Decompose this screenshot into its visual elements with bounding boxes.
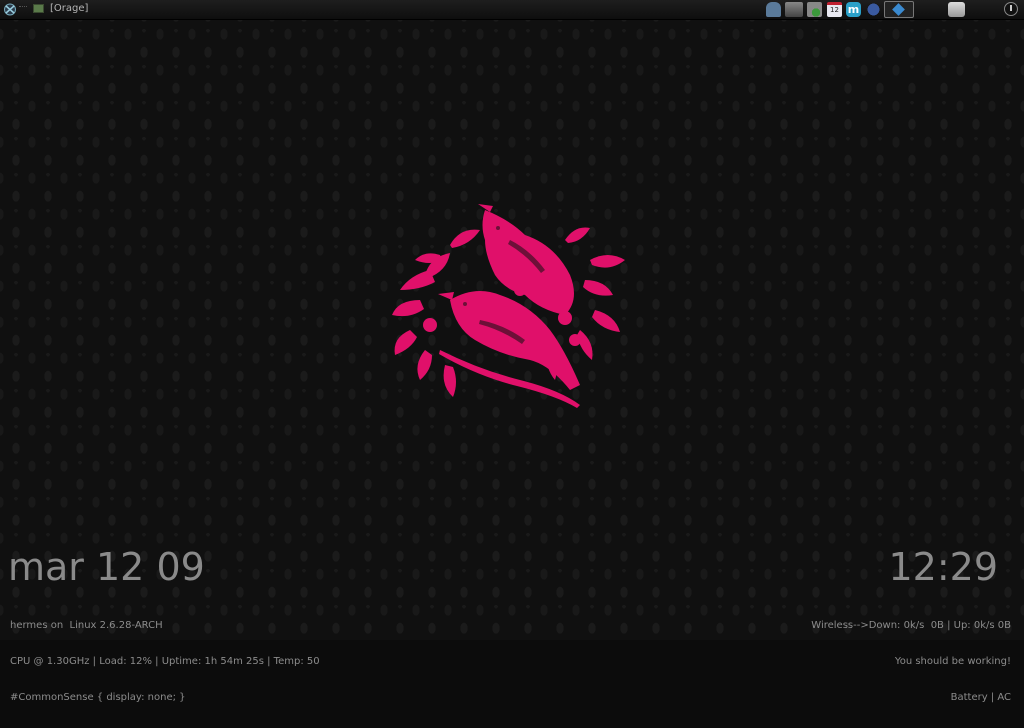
conky-date: mar 12 09 [8,545,205,589]
desktop-wallpaper: [Orage] 12 m mar 12 09 12:29 hermes on L… [0,0,1024,703]
top-panel: [Orage] 12 m [0,0,1024,20]
blue-dot-icon[interactable] [866,2,881,17]
power-icon[interactable] [1004,2,1018,16]
conky-cpu-line: CPU @ 1.30GHz | Load: 12% | Uptime: 1h 5… [10,656,320,667]
conky-message-line: You should be working! [894,656,1011,667]
battery-icon[interactable] [948,2,965,17]
network-icon[interactable] [785,2,803,17]
update-icon[interactable] [807,2,822,17]
conky-clock: 12:29 [888,545,998,589]
window-icon [33,4,44,13]
calendar-day: 12 [830,6,839,14]
user-icon[interactable] [766,2,781,17]
conky-wireless-line: Wireless-->Down: 0k/s 0B | Up: 0k/s 0B [811,620,1011,631]
panel-separator [19,6,27,9]
dropbox-icon[interactable] [884,1,914,18]
conky-battery-line: Battery | AC [950,692,1011,703]
bird-illustration [392,204,625,408]
conky-system-info: hermes on Linux 2.6.28-ARCH CPU @ 1.30GH… [10,596,320,728]
calendar-icon[interactable]: 12 [827,2,842,17]
taskbar-item-orage[interactable]: [Orage] [50,3,88,18]
messenger-letter: m [847,3,860,16]
conky-network-info: Wireless-->Down: 0k/s 0B | Up: 0k/s 0B Y… [811,596,1011,728]
conky-note-line: #CommonSense { display: none; } [10,692,186,703]
messenger-icon[interactable]: m [846,2,861,17]
xfce-menu-icon[interactable] [3,2,17,17]
conky-host-line: hermes on Linux 2.6.28-ARCH [10,620,163,631]
